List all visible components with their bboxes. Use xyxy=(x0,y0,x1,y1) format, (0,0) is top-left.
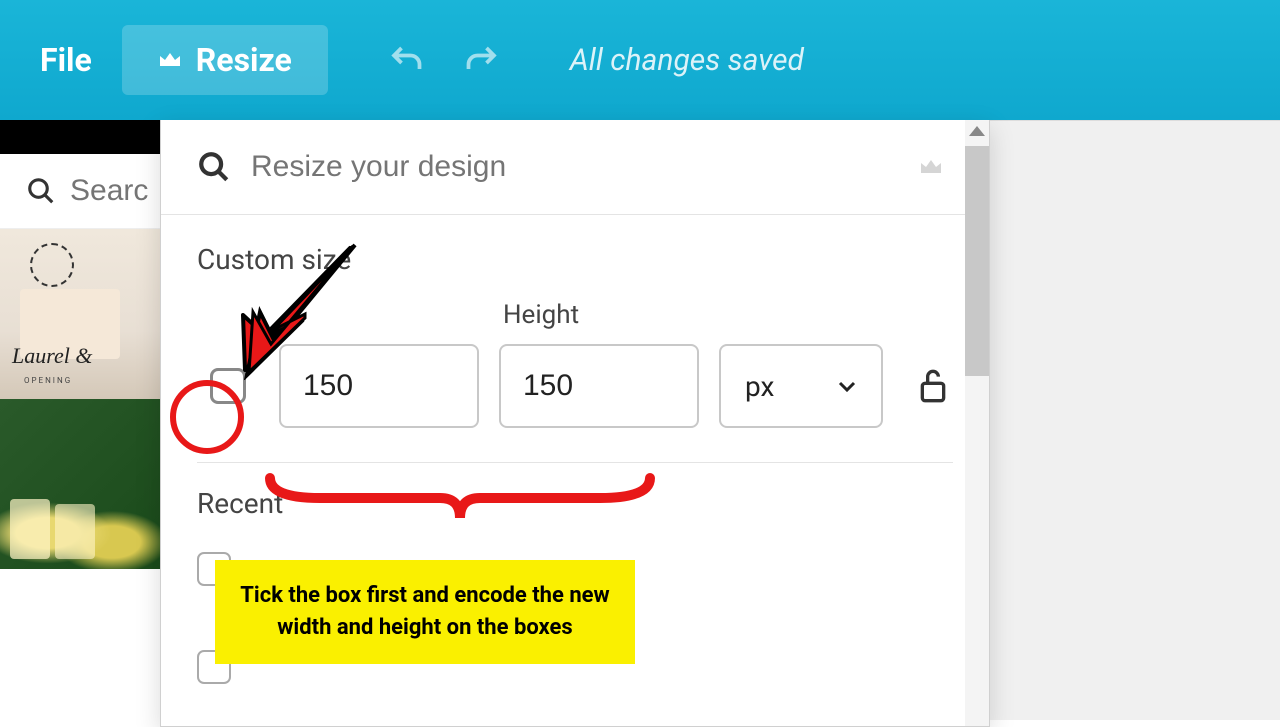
template-thumb[interactable]: Laurel & OPENING xyxy=(0,229,160,399)
search-icon xyxy=(197,150,231,184)
search-icon xyxy=(26,174,56,208)
divider xyxy=(197,462,953,463)
templates-search[interactable] xyxy=(0,154,160,229)
annotation-circle xyxy=(170,380,244,454)
resize-menu-button[interactable]: Resize xyxy=(122,25,328,95)
templates-sidebar: Laurel & OPENING xyxy=(0,120,160,720)
resize-label: Resize xyxy=(196,41,292,79)
undo-redo-group xyxy=(388,42,500,78)
crown-icon xyxy=(158,50,182,70)
scroll-up-icon[interactable] xyxy=(969,126,985,136)
thumb-decor xyxy=(10,499,50,559)
resize-search-input[interactable] xyxy=(251,150,899,184)
save-status: All changes saved xyxy=(570,43,804,78)
chevron-down-icon xyxy=(837,380,857,392)
annotation-note: Tick the box first and encode the new wi… xyxy=(215,560,635,664)
resize-search-row xyxy=(161,120,989,215)
app-header: File Resize All changes saved xyxy=(0,0,1280,120)
template-thumb[interactable] xyxy=(0,399,160,569)
undo-icon[interactable] xyxy=(388,42,424,78)
panel-topbar xyxy=(0,126,160,154)
thumb-title: Laurel & xyxy=(12,343,92,369)
height-label: Height xyxy=(503,300,699,330)
thumb-subtitle: OPENING xyxy=(24,376,72,385)
crown-icon xyxy=(919,157,943,177)
annotation-brace xyxy=(260,470,660,530)
badge-icon xyxy=(30,243,74,287)
thumb-decor xyxy=(55,504,95,559)
unit-select[interactable]: px xyxy=(719,344,883,428)
file-menu[interactable]: File xyxy=(40,41,92,79)
templates-search-input[interactable] xyxy=(70,174,150,208)
lock-open-icon[interactable] xyxy=(917,367,949,405)
unit-value: px xyxy=(745,370,774,403)
annotation-arrow xyxy=(225,240,365,380)
height-input[interactable] xyxy=(499,344,699,428)
redo-icon[interactable] xyxy=(464,42,500,78)
